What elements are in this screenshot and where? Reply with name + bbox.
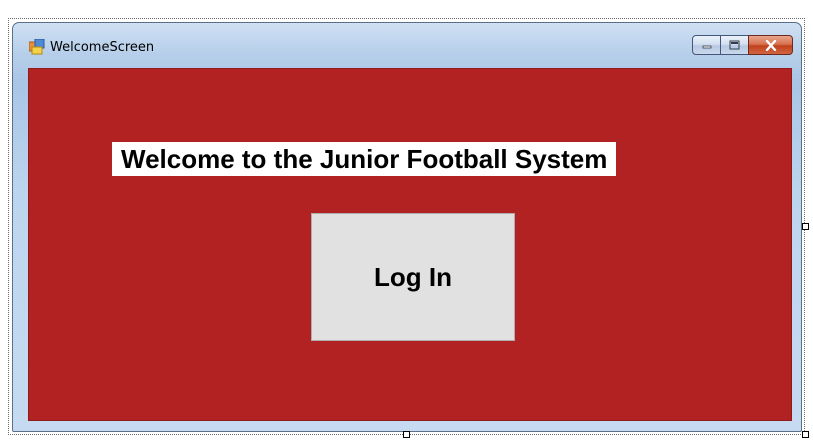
welcome-screen-window: WelcomeScreen Welcome to the Junior Foot… <box>12 22 802 432</box>
bottom-resize-handle[interactable] <box>403 431 410 438</box>
minimize-icon <box>702 45 711 49</box>
welcome-label: Welcome to the Junior Football System <box>112 142 617 176</box>
minimize-button[interactable] <box>692 35 721 55</box>
form-designer-surface: WelcomeScreen Welcome to the Junior Foot… <box>0 0 813 445</box>
title-bar[interactable]: WelcomeScreen <box>13 23 801 67</box>
maximize-button[interactable] <box>720 35 749 55</box>
login-button[interactable]: Log In <box>311 213 515 341</box>
window-title: WelcomeScreen <box>50 40 155 55</box>
close-button[interactable] <box>748 35 793 55</box>
caption-buttons <box>692 35 793 57</box>
corner-resize-handle[interactable] <box>802 431 809 438</box>
form-app-icon <box>29 39 45 55</box>
maximize-icon <box>729 40 740 50</box>
form-client-area: Welcome to the Junior Football System Lo… <box>28 68 792 421</box>
right-resize-handle[interactable] <box>802 223 809 230</box>
close-icon <box>765 39 776 51</box>
